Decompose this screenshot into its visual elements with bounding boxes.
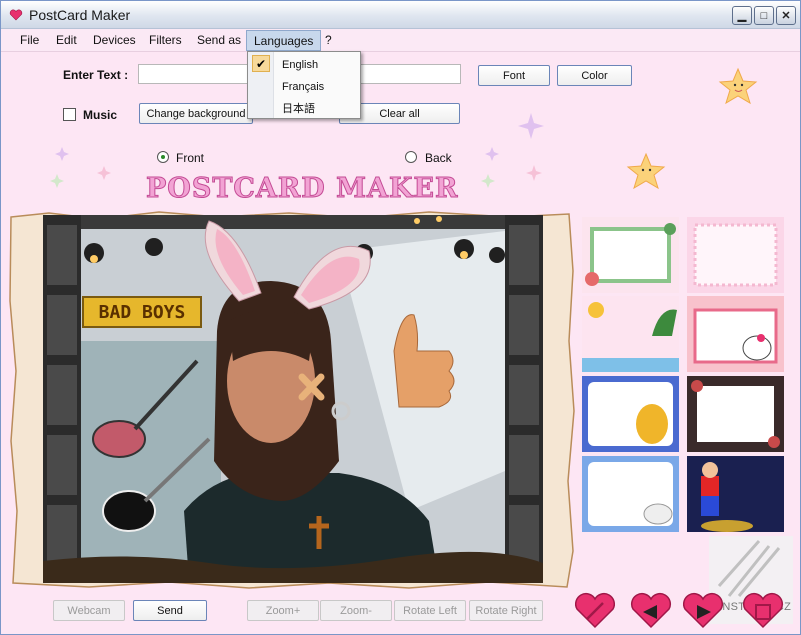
radio-selected-dot: [161, 155, 165, 159]
menu-bar: File Edit Devices Filters Send as Langua…: [1, 29, 800, 52]
maximize-button[interactable]: □: [754, 6, 774, 25]
app-window: PostCard Maker ▁ □ ✕ File Edit Devices F…: [0, 0, 801, 635]
template-sheep-frame[interactable]: [582, 456, 679, 532]
language-option-francais[interactable]: Français: [282, 81, 324, 93]
zoom-out-button[interactable]: Zoom-: [320, 600, 392, 621]
close-icon: ✕: [781, 10, 791, 22]
app-logo: POSTCARD MAKER: [145, 173, 459, 205]
send-button[interactable]: Send: [133, 600, 207, 621]
template-gallery: [581, 214, 784, 534]
template-pink-dots-frame[interactable]: [687, 217, 784, 293]
next-heart-button[interactable]: [681, 591, 725, 629]
template-flowers-frame[interactable]: [582, 217, 679, 293]
language-option-english[interactable]: English: [282, 59, 318, 71]
window-title: PostCard Maker: [29, 7, 131, 23]
menu-devices[interactable]: Devices: [93, 33, 136, 47]
maximize-icon: □: [760, 9, 768, 22]
front-radio[interactable]: [157, 151, 169, 163]
minimize-button[interactable]: ▁: [732, 6, 752, 25]
menu-languages[interactable]: Languages: [246, 30, 322, 51]
template-sun-palm-frame[interactable]: [582, 296, 679, 372]
template-pooh-frame[interactable]: [582, 376, 679, 452]
save-heart-button[interactable]: [741, 591, 785, 629]
template-dark-floral-frame[interactable]: [687, 376, 784, 452]
postcard-image: BAD BOYS: [9, 211, 575, 589]
menu-help[interactable]: ?: [325, 33, 332, 47]
checkmark-icon: ✔: [252, 55, 270, 72]
rotate-right-button[interactable]: Rotate Right: [469, 600, 543, 621]
change-background-button[interactable]: Change background: [139, 103, 253, 124]
menu-filters[interactable]: Filters: [149, 33, 182, 47]
rotate-left-button[interactable]: Rotate Left: [394, 600, 466, 621]
bad-boys-sign-text: BAD BOYS: [99, 302, 186, 323]
template-hello-kitty-frame[interactable]: [687, 296, 784, 372]
heart-icon: [9, 9, 23, 21]
menu-send-as[interactable]: Send as: [197, 33, 241, 47]
title-bar[interactable]: PostCard Maker ▁ □ ✕: [1, 1, 800, 29]
back-radio[interactable]: [405, 151, 417, 163]
menu-edit[interactable]: Edit: [56, 33, 77, 47]
back-label: Back: [425, 151, 452, 165]
music-checkbox[interactable]: [63, 108, 76, 121]
zoom-in-button[interactable]: Zoom+: [247, 600, 319, 621]
color-button[interactable]: Color: [557, 65, 632, 86]
music-label: Music: [83, 108, 118, 122]
previous-heart-button[interactable]: [629, 591, 673, 629]
front-label: Front: [176, 151, 205, 165]
minimize-icon: ▁: [737, 10, 747, 22]
star-icon: [718, 67, 758, 105]
language-option-japanese[interactable]: 日本語: [282, 100, 315, 116]
enter-text-label: Enter Text :: [63, 68, 129, 82]
template-mario-frame[interactable]: [687, 456, 784, 532]
menu-file[interactable]: File: [20, 33, 39, 47]
postcard-canvas[interactable]: BAD BOYS: [9, 211, 575, 589]
webcam-button[interactable]: Webcam: [53, 600, 125, 621]
star-icon: [626, 152, 666, 190]
font-button[interactable]: Font: [478, 65, 550, 86]
languages-dropdown: ✔ English Français 日本語: [247, 51, 361, 119]
delete-heart-button[interactable]: [573, 591, 617, 629]
close-button[interactable]: ✕: [776, 6, 796, 25]
